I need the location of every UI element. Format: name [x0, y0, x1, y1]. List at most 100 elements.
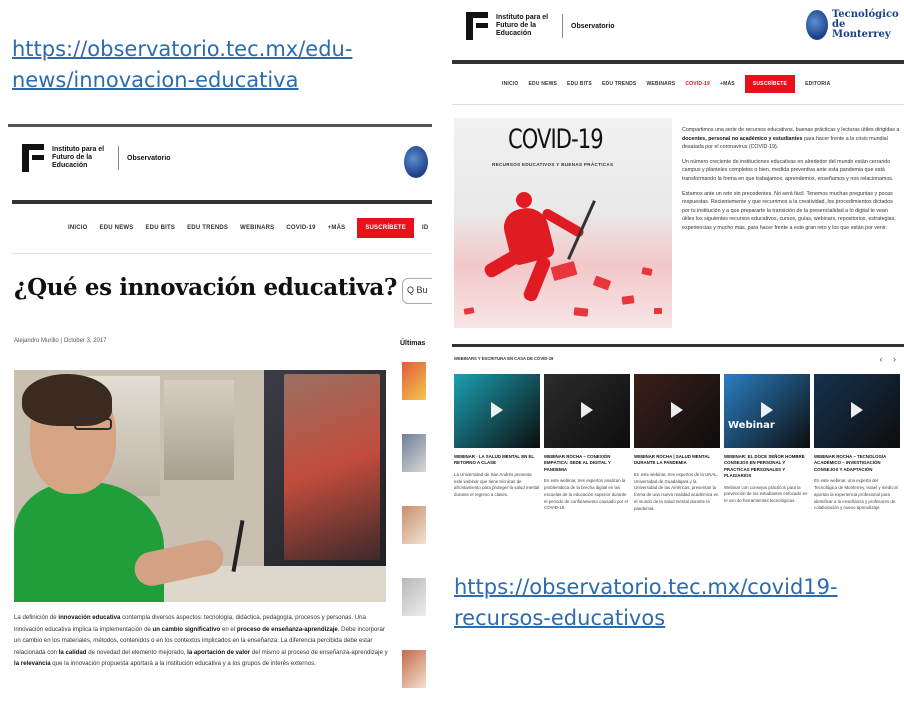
sidebar-thumbnail[interactable]: [402, 578, 426, 616]
logo-divider: [118, 146, 119, 170]
carousel-arrows[interactable]: ‹ ›: [880, 354, 901, 364]
nav-item[interactable]: INICIO: [68, 225, 88, 231]
nav-divider: [12, 253, 432, 254]
video-thumbnail[interactable]: [454, 374, 540, 448]
emphasized-text: proceso de enseñanza-aprendizaje: [236, 625, 338, 633]
text-run: de novedad del elemento mejorado,: [86, 648, 188, 656]
intro-paragraph: Estamos ante un reto sin precedentes. No…: [682, 190, 900, 233]
falling-block: [592, 275, 612, 291]
tec-logo-text: Tecnológico de Monterrey: [832, 9, 899, 40]
nav-item[interactable]: EDITORIA: [805, 81, 830, 87]
institute-name: Instituto para el Futuro de la Educación: [52, 146, 105, 169]
emphasized-text: un cambio significativo: [152, 625, 221, 633]
left-screenshot-panel: Instituto para el Futuro de la Educación…: [8, 124, 432, 700]
tec-logo[interactable]: Tecnológico de Monterrey: [806, 9, 899, 40]
observatorio-label: Observatorio: [127, 154, 171, 162]
sidebar-thumbnail[interactable]: [402, 434, 426, 472]
emphasized-text: innovación educativa: [58, 614, 121, 621]
covid-banner-image: COVID-19 RECURSOS EDUCATIVOS Y BUENAS PR…: [454, 118, 672, 328]
video-thumbnail[interactable]: Webinar: [724, 374, 810, 448]
ife-logo-icon: [22, 144, 44, 172]
sidebar-thumbnail[interactable]: [402, 506, 426, 544]
section-divider: [452, 344, 904, 347]
emphasized-text: la relevancia: [14, 660, 51, 667]
banner-title: COVID-19: [508, 124, 604, 155]
play-icon[interactable]: [761, 402, 773, 418]
nav-item[interactable]: EDU TRENDS: [602, 81, 637, 87]
text-run: del mismo al proceso de enseñanza-aprend…: [250, 648, 388, 656]
tec-logo-icon[interactable]: [404, 146, 428, 178]
falling-block: [463, 307, 475, 315]
resource-card[interactable]: WEBINAR ROCHA – TECNOLOGÍA ACADÉMICO – I…: [814, 374, 900, 548]
intro-paragraph: Compartimos una serie de recursos educat…: [682, 126, 900, 152]
card-title[interactable]: WEBINAR: EL DOCE SEÑOR HOMBRE CONSEJOS E…: [724, 454, 810, 480]
nav-item[interactable]: SUSCRÍBETE: [744, 75, 796, 93]
resource-card[interactable]: WEBINAR ROCHA – CONEXIÓN EMPÁTICA: SEDE …: [544, 374, 630, 548]
right-screenshot-panel: Instituto para el Futuro de la Educación…: [452, 4, 904, 554]
header-divider: [12, 200, 432, 204]
article-byline: Alejandro Murillo | October 3, 2017: [14, 338, 107, 344]
search-input[interactable]: Q Bu: [402, 278, 432, 304]
card-title[interactable]: WEBINAR ROCHA – TECNOLOGÍA ACADÉMICO – I…: [814, 454, 900, 473]
thumbnail-label: Webinar: [728, 420, 775, 431]
hero-background-shelf: [164, 380, 234, 480]
text-run: Compartimos una serie de recursos educat…: [682, 127, 900, 133]
figure-head: [516, 192, 532, 208]
nav-item[interactable]: WEBINARS: [240, 225, 274, 231]
institute-name: Instituto para el Futuro de la Educación: [496, 14, 549, 37]
play-icon[interactable]: [491, 402, 503, 418]
emphasized-text: docentes, personal no académico y estudi…: [682, 135, 803, 142]
nav-item[interactable]: EDU NEWS: [528, 81, 557, 87]
nav-item[interactable]: EDU NEWS: [100, 225, 134, 231]
video-thumbnail[interactable]: [634, 374, 720, 448]
play-icon[interactable]: [851, 402, 863, 418]
tec-globe-icon: [806, 10, 828, 40]
covid-intro-text: Compartimos una serie de recursos educat…: [682, 126, 900, 239]
card-description: Webinar con consejos prácticos para la p…: [724, 484, 808, 504]
resource-card[interactable]: Webinar WEBINAR: EL DOCE SEÑOR HOMBRE CON…: [724, 374, 810, 548]
video-thumbnail[interactable]: [544, 374, 630, 448]
falling-block: [550, 260, 578, 282]
sidebar-thumbnail[interactable]: [402, 362, 426, 400]
play-icon[interactable]: [671, 402, 683, 418]
card-title[interactable]: WEBINAR ROCHA | SALUD MENTAL DURANTE LA …: [634, 454, 720, 467]
site-logo[interactable]: Instituto para el Futuro de la Educación…: [22, 144, 171, 172]
emphasized-text: la aportación de valor: [187, 648, 251, 656]
falling-block: [621, 295, 635, 305]
observatorio-label: Observatorio: [571, 22, 615, 30]
nav-item[interactable]: +MÁS: [720, 81, 735, 87]
video-thumbnail[interactable]: [814, 374, 900, 448]
nav-item[interactable]: ID: [422, 225, 428, 231]
nav-divider: [452, 104, 904, 105]
article-hero-image: [14, 370, 386, 602]
nav-item[interactable]: SUSCRÍBETE: [357, 218, 414, 238]
cards-section-header: WEBINARS Y ESCRITURA EN CASA DE COVID-19: [454, 356, 554, 361]
card-description: En este webinar, una experta del Tecnoló…: [814, 478, 899, 511]
nav-item[interactable]: EDU BITS: [567, 81, 592, 87]
site-logo[interactable]: Instituto para el Futuro de la Educación…: [466, 12, 615, 40]
text-run: que la innovación propuesta aportará a l…: [50, 660, 316, 667]
falling-block: [641, 267, 653, 276]
card-description: En este webinar, tres expertos de la UNA…: [634, 471, 719, 511]
logo-divider: [562, 14, 563, 38]
nav-item[interactable]: COVID-19: [286, 225, 315, 231]
main-nav: INICIO EDU NEWS EDU BITS EDU TRENDS WEBINARS…: [68, 218, 432, 238]
url-link-innovacion[interactable]: https://observatorio.tec.mx/edu-news/inn…: [12, 34, 362, 96]
text-run: Un número creciente de instituciones edu…: [682, 158, 894, 182]
play-icon[interactable]: [581, 402, 593, 418]
hero-stylus: [231, 520, 245, 572]
hero-glasses: [74, 418, 112, 430]
sidebar-thumbnail[interactable]: [402, 650, 426, 688]
nav-item[interactable]: COVID-19: [685, 81, 710, 87]
nav-item[interactable]: WEBINARS: [646, 81, 675, 87]
hero-person-shirt: [14, 482, 164, 602]
resource-card[interactable]: WEBINAR ROCHA | SALUD MENTAL DURANTE LA …: [634, 374, 720, 548]
url-link-covid19[interactable]: https://observatorio.tec.mx/covid19-recu…: [454, 572, 854, 634]
nav-item[interactable]: EDU BITS: [145, 225, 175, 231]
nav-item[interactable]: +MÁS: [328, 225, 346, 231]
card-title[interactable]: WEBINAR · LA SALUD MENTAL EN EL RETORNO …: [454, 454, 540, 467]
nav-item[interactable]: INICIO: [502, 81, 518, 87]
nav-item[interactable]: EDU TRENDS: [187, 225, 228, 231]
card-title[interactable]: WEBINAR ROCHA – CONEXIÓN EMPÁTICA: SEDE …: [544, 454, 630, 473]
resource-card[interactable]: WEBINAR · LA SALUD MENTAL EN EL RETORNO …: [454, 374, 540, 548]
